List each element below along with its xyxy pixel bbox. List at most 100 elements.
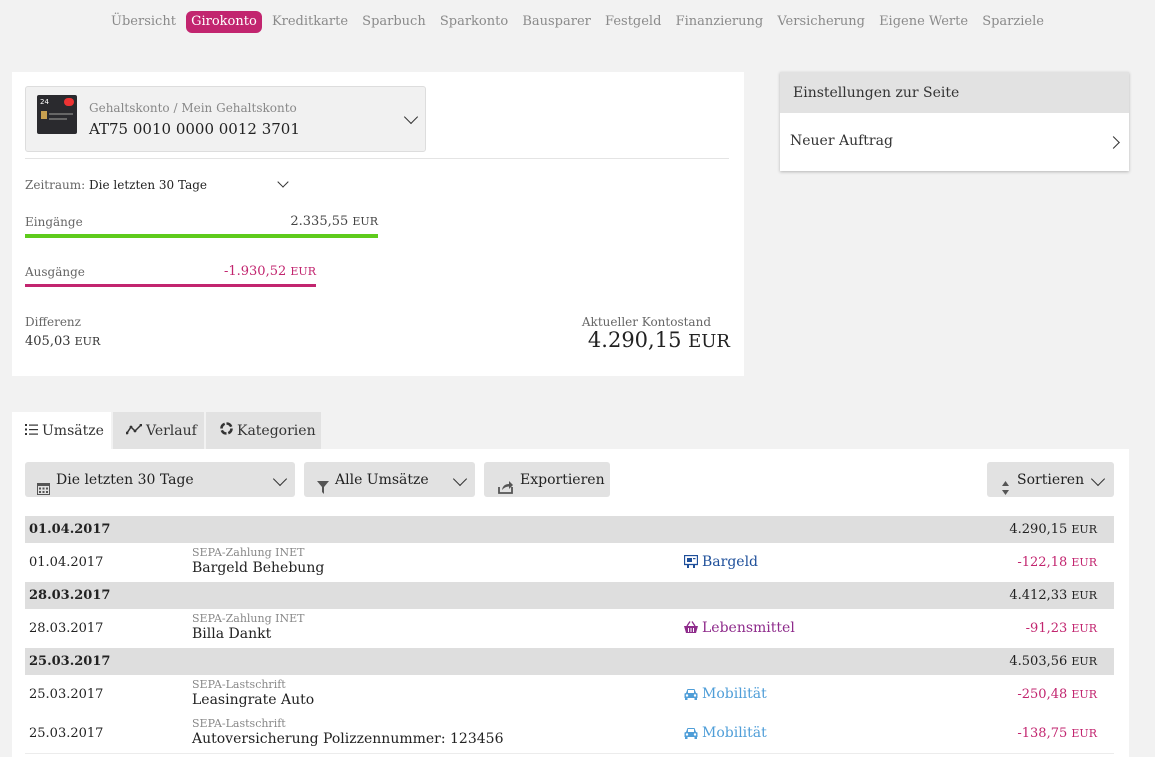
amount-value: -250,48 (1017, 687, 1068, 702)
chevron-down-icon (277, 176, 289, 188)
transaction-type: SEPA-Zahlung INET (192, 546, 305, 559)
settings-title: Einstellungen zur Seite (780, 72, 1129, 113)
tab-history-label: Verlauf (146, 423, 197, 439)
account-selector[interactable]: 24 Gehaltskonto / Mein Gehaltskonto AT75… (25, 86, 426, 152)
period-select[interactable]: Die letzten 30 Tage (89, 176, 289, 196)
period-label: Zeitraum: (25, 178, 86, 192)
nav-item-finanzierung[interactable]: Finanzierung (672, 11, 768, 33)
filter-label: Alle Umsätze (335, 472, 429, 488)
nav-item-sparbuch[interactable]: Sparbuch (358, 11, 430, 33)
period-filter-label: Die letzten 30 Tage (56, 472, 194, 488)
tab-categories[interactable]: Kategorien (206, 412, 321, 449)
currency: EUR (1071, 556, 1097, 569)
transaction-category[interactable]: Bargeld (683, 554, 758, 572)
nav-item-versicherung[interactable]: Versicherung (773, 11, 869, 33)
transaction-date: 25.03.2017 (29, 687, 104, 702)
bank-card-icon: 24 (37, 95, 77, 134)
transaction-date: 28.03.2017 (29, 621, 104, 636)
group-balance-value: 4.503,56 (1009, 654, 1068, 669)
group-balance: 4.412,33 EUR (1009, 588, 1097, 603)
chevron-down-icon[interactable] (403, 109, 419, 125)
group-date: 01.04.2017 (29, 522, 111, 537)
date-group-header: 01.04.2017 4.290,15 EUR (25, 516, 1114, 543)
group-balance: 4.503,56 EUR (1009, 654, 1097, 669)
expense-bar (25, 284, 316, 287)
currency: EUR (1071, 688, 1097, 701)
transaction-date: 25.03.2017 (29, 726, 104, 741)
chevron-down-icon (272, 471, 288, 487)
cash-icon (683, 554, 699, 572)
nav-item-bausparer[interactable]: Bausparer (518, 11, 595, 33)
currency: EUR (290, 265, 316, 278)
transaction-category[interactable]: Mobilität (684, 686, 767, 704)
nav-item-sparziele[interactable]: Sparziele (978, 11, 1048, 33)
transaction-description: Billa Dankt (192, 626, 272, 642)
list-icon (25, 412, 38, 450)
sort-dropdown[interactable]: Sortieren (987, 462, 1114, 497)
export-icon (498, 472, 514, 508)
currency: EUR (1071, 655, 1097, 668)
currency: EUR (688, 331, 730, 352)
nav-item-kreditkarte[interactable]: Kreditkarte (268, 11, 352, 33)
income-bar (25, 234, 378, 238)
period-value: Die letzten 30 Tage (89, 178, 208, 192)
chevron-down-icon (452, 471, 468, 487)
sort-label: Sortieren (1017, 472, 1085, 488)
income-label: Eingänge (25, 215, 83, 229)
export-button[interactable]: Exportieren (484, 462, 610, 497)
transaction-description: Autoversicherung Polizzennummer: 123456 (192, 731, 504, 747)
nav-item-overview[interactable]: Übersicht (107, 11, 180, 33)
tab-transactions[interactable]: Umsätze (12, 412, 111, 449)
transaction-amount: -91,23 EUR (1026, 621, 1097, 636)
sort-icon (1002, 473, 1009, 509)
transaction-row[interactable]: 01.04.2017 SEPA-Zahlung INET Bargeld Beh… (25, 543, 1114, 583)
currency: EUR (1071, 523, 1097, 536)
difference-amount: 405,03 EUR (25, 334, 100, 349)
basket-icon (684, 621, 698, 638)
export-label: Exportieren (520, 472, 605, 488)
nav-item-sparkonto[interactable]: Sparkonto (436, 11, 512, 33)
income-value: 2.335,55 (290, 214, 349, 229)
category-label: Mobilität (702, 725, 767, 741)
period-filter-dropdown[interactable]: Die letzten 30 Tage (25, 462, 295, 497)
new-order-link[interactable]: Neuer Auftrag (780, 113, 1129, 171)
transaction-category[interactable]: Mobilität (684, 725, 767, 743)
chevron-down-icon (1090, 471, 1106, 487)
expense-amount: -1.930,52 EUR (224, 264, 316, 279)
transaction-amount: -138,75 EUR (1017, 726, 1097, 741)
group-date: 28.03.2017 (29, 588, 111, 603)
transaction-type: SEPA-Zahlung INET (192, 612, 305, 625)
transaction-description: Leasingrate Auto (192, 692, 315, 708)
account-iban: AT75 0010 0000 0012 3701 (89, 120, 300, 138)
transaction-row[interactable]: 25.03.2017 SEPA-Lastschrift Leasingrate … (25, 675, 1114, 715)
new-order-label: Neuer Auftrag (790, 133, 893, 149)
transaction-row[interactable]: 28.03.2017 SEPA-Zahlung INET Billa Dankt… (25, 609, 1114, 649)
main-nav: Übersicht Girokonto Kreditkarte Sparbuch… (0, 11, 1155, 33)
transaction-category[interactable]: Lebensmittel (684, 620, 795, 638)
transaction-amount: -122,18 EUR (1017, 555, 1097, 570)
tab-history[interactable]: Verlauf (113, 412, 204, 449)
nav-item-girokonto[interactable]: Girokonto (186, 11, 262, 33)
transaction-type: SEPA-Lastschrift (192, 678, 286, 691)
difference-value: 405,03 (25, 334, 71, 349)
nav-item-festgeld[interactable]: Festgeld (601, 11, 665, 33)
category-label: Mobilität (702, 686, 767, 702)
amount-value: -122,18 (1017, 555, 1068, 570)
currency: EUR (1071, 727, 1097, 740)
balance-label: Aktueller Kontostand (581, 315, 711, 329)
currency: EUR (1071, 589, 1097, 602)
date-group-header: 28.03.2017 4.412,33 EUR (25, 582, 1114, 609)
car-icon (684, 727, 698, 743)
pie-chart-icon (220, 412, 233, 450)
account-name: Gehaltskonto / Mein Gehaltskonto (89, 101, 297, 115)
divider (25, 158, 729, 159)
transaction-type-dropdown[interactable]: Alle Umsätze (304, 462, 475, 497)
transaction-date: 01.04.2017 (29, 555, 104, 570)
income-amount: 2.335,55 EUR (290, 214, 378, 229)
transaction-row[interactable]: 25.03.2017 SEPA-Lastschrift Autoversiche… (25, 714, 1114, 754)
transaction-description: Bargeld Behebung (192, 560, 325, 576)
filter-icon (317, 473, 329, 509)
group-balance-value: 4.412,33 (1009, 588, 1068, 603)
nav-item-eigene-werte[interactable]: Eigene Werte (875, 11, 972, 33)
expense-value: -1.930,52 (223, 264, 287, 279)
